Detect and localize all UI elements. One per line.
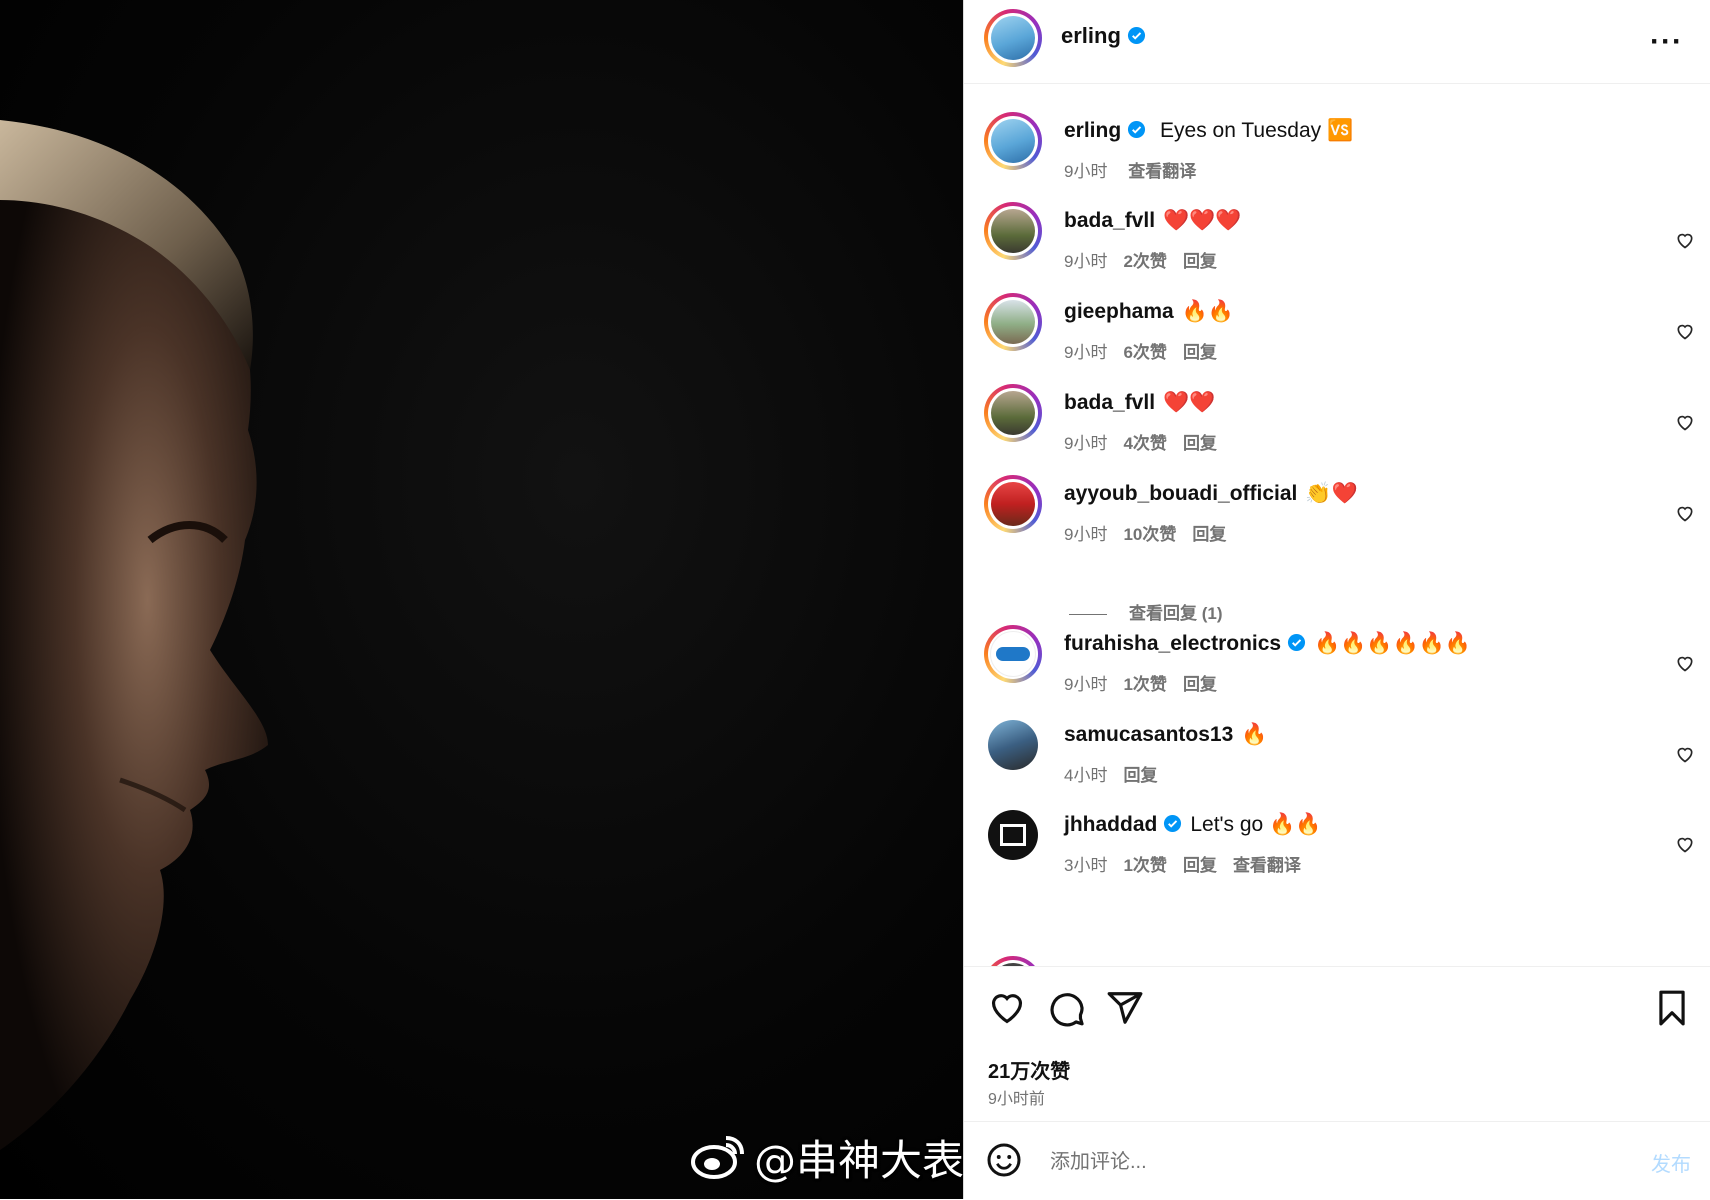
- comment-text: 🔥: [1241, 723, 1268, 746]
- comment-item: ayyoub_bouadi_official 👏❤️ 9小时 10次赞 回复: [964, 465, 1710, 555]
- reply-button[interactable]: 回复: [1183, 434, 1217, 453]
- comment-like-heart-icon[interactable]: [1675, 230, 1695, 250]
- author-username[interactable]: erling: [1061, 23, 1121, 48]
- comment-translate-link[interactable]: 查看翻译: [1233, 856, 1301, 875]
- comment-item: gieephama 🔥🔥 9小时 6次赞 回复: [964, 283, 1710, 373]
- comment-time: 9小时: [1064, 343, 1108, 362]
- verified-badge-icon: [1128, 120, 1146, 139]
- comment-like-heart-icon[interactable]: [1675, 653, 1695, 673]
- commenter-avatar[interactable]: [984, 384, 1042, 442]
- comment-likes[interactable]: 10次赞: [1123, 525, 1176, 544]
- comment-username[interactable]: samucasantos13: [1064, 723, 1233, 746]
- post-actions-bar: 21万次赞 9小时前: [964, 966, 1710, 1122]
- comment-username[interactable]: furahisha_electronics: [1064, 632, 1281, 655]
- comment-item: samucasantos13 🔥 4小时 回复: [964, 706, 1710, 796]
- caption-item: erling Eyes on Tuesday 🆚 9小时 查看翻译: [964, 102, 1710, 192]
- comment-like-heart-icon[interactable]: [1675, 412, 1695, 432]
- comment-time: 9小时: [1064, 252, 1108, 271]
- comment-text: 👏❤️: [1305, 482, 1358, 505]
- post-header: erling ···: [964, 0, 1710, 84]
- caption-author-avatar[interactable]: [984, 112, 1042, 170]
- verified-badge-icon: [1127, 26, 1145, 45]
- comment-likes[interactable]: 4次赞: [1123, 434, 1166, 453]
- reply-button[interactable]: 回复: [1123, 766, 1157, 785]
- likes-count[interactable]: 21万次赞: [988, 1055, 1070, 1084]
- comment-item: bada_fvll ❤️❤️ 9小时 4次赞 回复: [964, 374, 1710, 464]
- comment-input[interactable]: [1048, 1146, 1612, 1178]
- comments-list[interactable]: erling Eyes on Tuesday 🆚 9小时 查看翻译 bada_f…: [964, 84, 1710, 966]
- comment-likes[interactable]: 1次赞: [1123, 675, 1166, 694]
- comment-text: 🔥🔥: [1181, 300, 1235, 323]
- the-fix-logo-icon: [1000, 824, 1026, 846]
- emoji-icon[interactable]: [986, 1142, 1022, 1178]
- publish-button[interactable]: 发布: [1651, 1148, 1691, 1177]
- commenter-avatar[interactable]: [984, 716, 1042, 774]
- comment-time: 9小时: [1064, 525, 1108, 544]
- save-bookmark-icon[interactable]: [1653, 989, 1691, 1027]
- comment-likes[interactable]: 1次赞: [1123, 856, 1166, 875]
- player-profile-photo: [0, 120, 268, 1150]
- comment-like-heart-icon[interactable]: [1675, 744, 1695, 764]
- commenter-avatar[interactable]: [984, 202, 1042, 260]
- comment-item-partial: [964, 946, 1710, 966]
- comment-likes[interactable]: 2次赞: [1123, 252, 1166, 271]
- comment-username[interactable]: jhhaddad: [1064, 813, 1157, 836]
- more-options-button[interactable]: ···: [1650, 25, 1683, 59]
- post-side-panel: erling ··· erling Eyes on Tuesday 🆚 9小时 …: [963, 0, 1710, 1200]
- share-send-icon[interactable]: [1106, 989, 1144, 1027]
- comment-username[interactable]: gieephama: [1064, 300, 1174, 323]
- comment-like-heart-icon[interactable]: [1675, 834, 1695, 854]
- verified-badge-icon: [1288, 633, 1306, 652]
- commenter-avatar[interactable]: [984, 956, 1042, 966]
- post-time: 9小时前: [988, 1091, 1045, 1108]
- comment-text: 🔥🔥🔥🔥🔥🔥: [1314, 632, 1471, 655]
- comment-time: 9小时: [1064, 675, 1108, 694]
- comment-likes[interactable]: 6次赞: [1123, 343, 1166, 362]
- caption-vs-emoji: 🆚: [1326, 119, 1354, 142]
- comment-like-heart-icon[interactable]: [1675, 321, 1695, 341]
- weibo-logo-icon: [691, 1136, 744, 1179]
- comment-username[interactable]: bada_fvll: [1064, 209, 1155, 232]
- author-username-row[interactable]: erling: [1061, 23, 1146, 49]
- comment-like-heart-icon[interactable]: [1675, 503, 1695, 523]
- comment-time: 3小时: [1064, 856, 1108, 875]
- comment-item: jhhaddad Let's go 🔥🔥 3小时 1次赞 回复 查看翻译: [964, 796, 1710, 886]
- commenter-avatar[interactable]: [984, 293, 1042, 351]
- comment-text: ❤️❤️: [1163, 391, 1216, 414]
- verified-badge-icon: [1164, 814, 1182, 833]
- comment-bubble-icon[interactable]: [1048, 989, 1086, 1027]
- post-photo[interactable]: [0, 0, 963, 1199]
- comment-text: Let's go 🔥🔥: [1190, 813, 1322, 836]
- like-heart-icon[interactable]: [988, 989, 1026, 1027]
- reply-button[interactable]: 回复: [1183, 675, 1217, 694]
- author-avatar[interactable]: [984, 9, 1042, 67]
- commenter-avatar[interactable]: [984, 475, 1042, 533]
- commenter-avatar[interactable]: [984, 806, 1042, 864]
- caption-text: Eyes on Tuesday: [1160, 119, 1322, 142]
- caption-username[interactable]: erling: [1064, 119, 1121, 142]
- reply-button[interactable]: 回复: [1192, 525, 1226, 544]
- add-comment-bar: 发布: [964, 1121, 1710, 1200]
- comment-item: bada_fvll ❤️❤️❤️ 9小时 2次赞 回复: [964, 192, 1710, 282]
- commenter-avatar[interactable]: [984, 625, 1042, 683]
- weibo-watermark: @串神大表哥: [690, 1127, 1006, 1187]
- comment-username[interactable]: bada_fvll: [1064, 391, 1155, 414]
- reply-button[interactable]: 回复: [1183, 343, 1217, 362]
- furahisha-logo-icon: [996, 647, 1030, 661]
- comment-text: ❤️❤️❤️: [1163, 209, 1242, 232]
- comment-item: furahisha_electronics 🔥🔥🔥🔥🔥🔥 9小时 1次赞 回复: [964, 615, 1710, 705]
- reply-button[interactable]: 回复: [1183, 856, 1217, 875]
- comment-time: 9小时: [1064, 434, 1108, 453]
- caption-time: 9小时: [1064, 162, 1108, 181]
- caption-translate-link[interactable]: 查看翻译: [1128, 162, 1196, 181]
- reply-button[interactable]: 回复: [1183, 252, 1217, 271]
- comment-time: 4小时: [1064, 766, 1108, 785]
- comment-username[interactable]: ayyoub_bouadi_official: [1064, 482, 1297, 505]
